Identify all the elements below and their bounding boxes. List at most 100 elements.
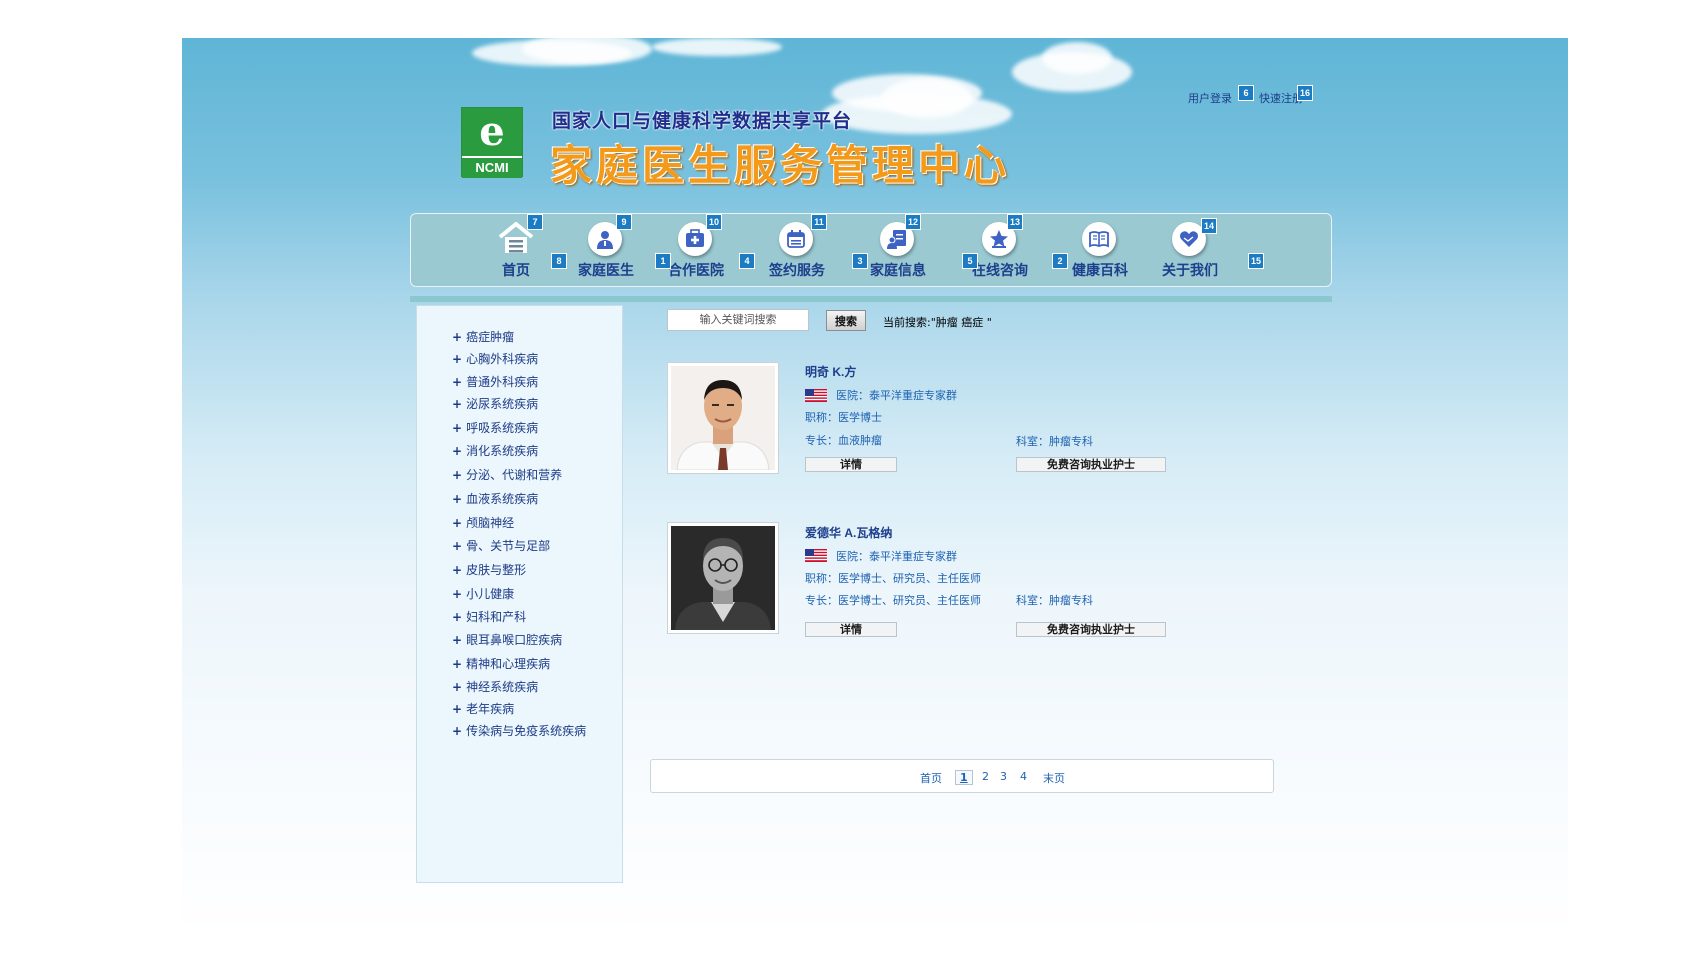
nav-side-badge: 3 — [852, 253, 868, 269]
doctor-title: 职称：医学博士 — [805, 411, 882, 424]
doctor-specialty: 专长：血液肿瘤 — [805, 434, 882, 447]
free-consult-button[interactable]: 免费咨询执业护士 — [1016, 622, 1166, 637]
category-item[interactable]: + 老年疾病 — [452, 700, 514, 717]
page-link[interactable]: 3 — [1000, 770, 1007, 783]
category-item[interactable]: + 小儿健康 — [452, 585, 514, 602]
plus-icon: + — [452, 702, 463, 716]
search-input[interactable] — [667, 309, 809, 331]
nav-about-us[interactable]: 关于我们 — [1145, 218, 1235, 282]
doctor-hospital: 医院：泰平洋重症专家群 — [836, 389, 957, 402]
nav-label: 健康百科 — [1072, 262, 1128, 278]
free-consult-button[interactable]: 免费咨询执业护士 — [1016, 457, 1166, 472]
doctor-specialty: 专长：医学博士、研究员、主任医师 — [805, 594, 981, 607]
login-link[interactable]: 用户登录 — [1188, 92, 1232, 105]
logo-letter: e — [462, 108, 522, 156]
site-subtitle: 国家人口与健康科学数据共享平台 — [552, 111, 853, 132]
nav-badge: 9 — [616, 214, 632, 230]
plus-icon: + — [452, 680, 463, 694]
doctor-name[interactable]: 爱德华 A.瓦格纳 — [805, 524, 892, 541]
category-item[interactable]: + 泌尿系统疾病 — [452, 395, 538, 412]
plus-icon: + — [452, 397, 463, 411]
plus-icon: + — [452, 539, 463, 553]
nav-badge: 12 — [905, 214, 921, 230]
page-last-link[interactable]: 末页 — [1043, 770, 1065, 786]
category-item[interactable]: + 传染病与免疫系统疾病 — [452, 722, 586, 739]
nav-label: 首页 — [502, 262, 530, 278]
nav-badge: 11 — [811, 214, 827, 230]
nav-health-encyclopedia[interactable]: 健康百科 — [1055, 218, 1145, 282]
plus-icon: + — [452, 657, 463, 671]
plus-icon: + — [452, 375, 463, 389]
category-item[interactable]: + 骨、关节与足部 — [452, 537, 550, 554]
plus-icon: + — [452, 330, 463, 344]
page-link[interactable]: 2 — [982, 770, 989, 783]
nav-home[interactable]: 首页 — [471, 218, 561, 282]
category-item[interactable]: + 颅脑神经 — [452, 514, 514, 531]
plus-icon: + — [452, 352, 463, 366]
category-item[interactable]: + 心胸外科疾病 — [452, 350, 538, 367]
nav-badge: 13 — [1007, 214, 1023, 230]
site-title: 家庭医生服务管理中心 — [550, 142, 1011, 189]
doctor-department: 科室：肿瘤专科 — [1016, 594, 1093, 607]
detail-button[interactable]: 详情 — [805, 622, 897, 637]
plus-icon: + — [452, 587, 463, 601]
nav-badge: 14 — [1201, 218, 1217, 234]
doctor-hospital: 医院：泰平洋重症专家群 — [836, 550, 957, 563]
plus-icon: + — [452, 633, 463, 647]
book-icon — [1082, 222, 1116, 256]
logo-text: NCMI — [462, 156, 522, 178]
current-search-text: 当前搜索:"肿瘤 癌症 " — [883, 316, 992, 329]
ncmi-logo[interactable]: e NCMI — [461, 107, 523, 178]
nav-partner-hospital[interactable]: 合作医院 — [651, 218, 741, 282]
category-item[interactable]: + 癌症肿瘤 — [452, 328, 514, 345]
nav-underline — [410, 296, 1332, 302]
plus-icon: + — [452, 468, 463, 482]
plus-icon: + — [452, 492, 463, 506]
plus-icon: + — [452, 563, 463, 577]
category-item[interactable]: + 分泌、代谢和营养 — [452, 466, 562, 483]
category-item[interactable]: + 皮肤与整形 — [452, 561, 526, 578]
nav-label: 签约服务 — [769, 262, 825, 278]
register-badge: 16 — [1297, 85, 1313, 101]
category-item[interactable]: + 精神和心理疾病 — [452, 655, 550, 672]
category-item[interactable]: + 眼耳鼻喉口腔疾病 — [452, 631, 562, 648]
plus-icon: + — [452, 724, 463, 738]
nav-side-badge: 4 — [739, 253, 755, 269]
category-item[interactable]: + 呼吸系统疾病 — [452, 419, 538, 436]
us-flag-icon — [805, 547, 827, 562]
doctor-department: 科室：肿瘤专科 — [1016, 435, 1093, 448]
nav-family-info[interactable]: 家庭信息 — [853, 218, 943, 282]
login-badge: 6 — [1238, 85, 1254, 101]
doctor-photo[interactable] — [667, 522, 779, 634]
category-item[interactable]: + 普通外科疾病 — [452, 373, 538, 390]
doctor-title: 职称：医学博士、研究员、主任医师 — [805, 572, 981, 585]
search-button[interactable]: 搜索 — [826, 310, 866, 331]
nav-side-badge: 1 — [655, 253, 671, 269]
calendar-icon — [779, 222, 813, 256]
nav-side-badge: 8 — [551, 253, 567, 269]
nav-signing-service[interactable]: 签约服务 — [752, 218, 842, 282]
nav-label: 家庭医生 — [578, 262, 634, 278]
nav-side-badge: 5 — [962, 253, 978, 269]
category-item[interactable]: + 血液系统疾病 — [452, 490, 538, 507]
us-flag-icon — [805, 387, 827, 402]
page-link-current[interactable]: 1 — [955, 770, 973, 785]
page-first-link[interactable]: 首页 — [920, 770, 942, 786]
plus-icon: + — [452, 444, 463, 458]
category-item[interactable]: + 神经系统疾病 — [452, 678, 538, 695]
category-item[interactable]: + 妇科和产科 — [452, 608, 526, 625]
plus-icon: + — [452, 610, 463, 624]
nav-online-consult[interactable]: 在线咨询 — [955, 218, 1045, 282]
doctor-photo[interactable] — [667, 362, 779, 474]
doctor-name[interactable]: 明奇 K.方 — [805, 363, 856, 380]
nav-family-doctor[interactable]: 家庭医生 — [561, 218, 651, 282]
page-link[interactable]: 4 — [1020, 770, 1027, 783]
nav-badge: 7 — [527, 214, 543, 230]
nav-badge: 2 — [1052, 253, 1068, 269]
category-sidebar — [416, 305, 623, 883]
detail-button[interactable]: 详情 — [805, 457, 897, 472]
nav-label: 关于我们 — [1162, 262, 1218, 278]
nav-side-badge: 15 — [1248, 253, 1264, 269]
category-item[interactable]: + 消化系统疾病 — [452, 442, 538, 459]
nav-badge: 10 — [706, 214, 722, 230]
